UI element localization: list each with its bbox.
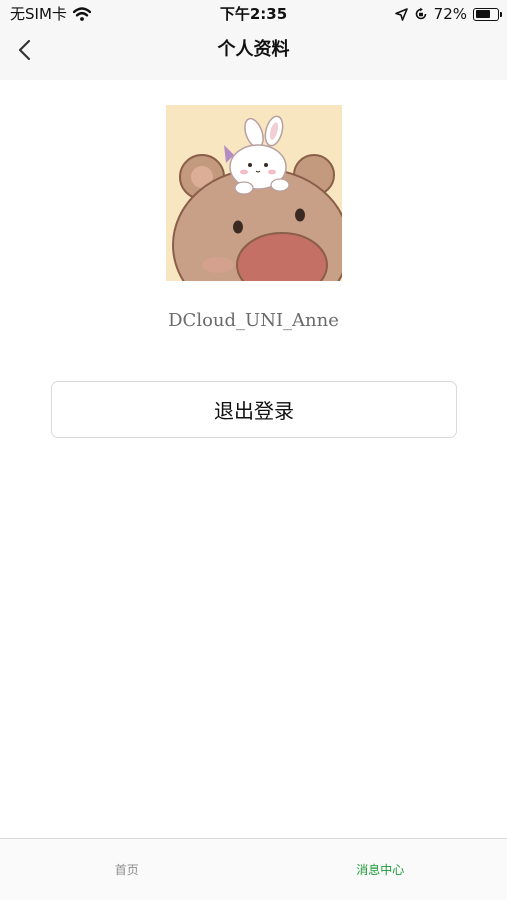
back-button[interactable]	[10, 34, 42, 66]
tab-home[interactable]: 首页	[0, 839, 254, 900]
tab-message-center-label: 消息中心	[356, 863, 405, 877]
avatar	[166, 105, 342, 281]
top-area: 无SIM卡 下午2:35 72% 个人资料	[0, 0, 507, 80]
chevron-left-icon	[18, 39, 31, 61]
page-title: 个人资料	[217, 39, 290, 60]
status-left: 无SIM卡	[10, 0, 91, 28]
location-arrow-icon	[394, 7, 408, 21]
tab-home-label: 首页	[114, 863, 139, 877]
battery-fill	[475, 10, 490, 18]
status-right: 72%	[394, 0, 502, 28]
battery-percent: 72%	[433, 5, 467, 23]
carrier-label: 无SIM卡	[10, 5, 67, 23]
orientation-lock-icon	[415, 7, 426, 20]
wifi-icon	[72, 7, 91, 21]
logout-button[interactable]: 退出登录	[51, 381, 457, 438]
tab-message-center[interactable]: 消息中心	[254, 839, 507, 900]
tab-bar: 首页 消息中心	[0, 838, 507, 900]
battery-cap	[500, 11, 502, 17]
bear-bunny-avatar-image	[166, 105, 342, 281]
battery-icon	[473, 7, 502, 21]
nav-bar: 个人资料	[0, 28, 507, 80]
status-bar: 无SIM卡 下午2:35 72%	[0, 0, 507, 28]
username: DCloud_UNI_Anne	[168, 310, 339, 331]
